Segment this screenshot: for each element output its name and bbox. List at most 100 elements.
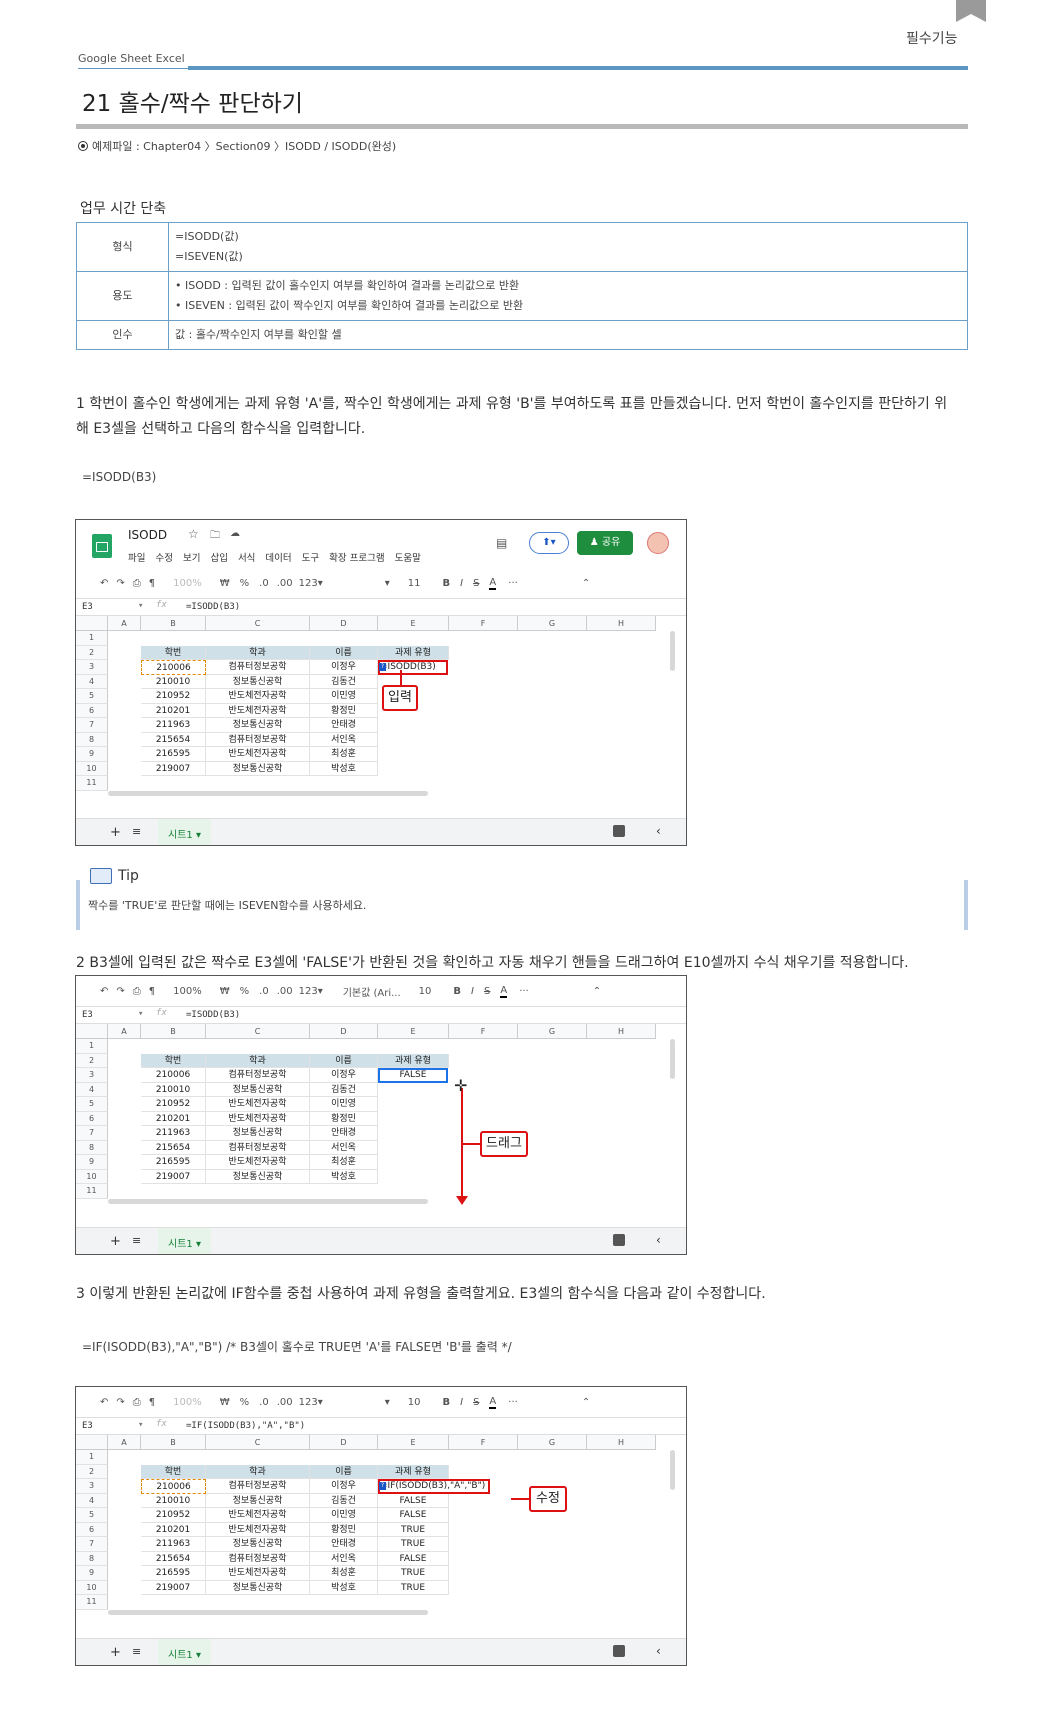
- result-cell[interactable]: FALSE: [378, 1508, 449, 1523]
- table-cell[interactable]: 210952: [141, 689, 206, 704]
- avatar[interactable]: [647, 532, 669, 554]
- vertical-scrollbar[interactable]: [670, 631, 675, 671]
- table-cell[interactable]: 서인옥: [310, 732, 378, 747]
- table-cell[interactable]: 반도체전자공학: [206, 1097, 310, 1112]
- table-cell[interactable]: 이정우: [310, 1479, 378, 1494]
- folder-icon[interactable]: 🗀: [210, 528, 220, 545]
- number-format-select[interactable]: 123▾: [299, 1397, 323, 1408]
- table-cell[interactable]: 210201: [141, 703, 206, 718]
- table-cell[interactable]: 황정민: [310, 1522, 378, 1537]
- text-color-icon[interactable]: A: [489, 577, 497, 590]
- row-header[interactable]: 8: [76, 732, 108, 747]
- doc-title[interactable]: ISODD: [128, 528, 167, 542]
- table-cell[interactable]: 반도체전자공학: [206, 747, 310, 762]
- more-icon[interactable]: ···: [519, 986, 529, 997]
- number-format-select[interactable]: 123▾: [299, 986, 323, 997]
- result-cell[interactable]: FALSE: [378, 1551, 449, 1566]
- row-header[interactable]: 8: [76, 1140, 108, 1155]
- table-cell[interactable]: 210201: [141, 1111, 206, 1126]
- explore-icon[interactable]: [613, 1645, 625, 1657]
- row-header[interactable]: 2: [76, 1464, 108, 1479]
- sheet-list-icon[interactable]: ≡: [132, 1234, 141, 1247]
- column-header[interactable]: C: [206, 1024, 310, 1039]
- font-select[interactable]: ▾: [385, 1397, 390, 1408]
- strikethrough-icon[interactable]: S: [473, 578, 479, 589]
- row-header[interactable]: 2: [76, 645, 108, 660]
- row-header[interactable]: 7: [76, 1126, 108, 1141]
- menu-extensions[interactable]: 확장 프로그램: [329, 550, 384, 564]
- menu-edit[interactable]: 수정: [155, 550, 172, 564]
- column-header[interactable]: E: [378, 1435, 449, 1450]
- collapse-icon[interactable]: ⌃: [593, 986, 601, 997]
- row-header[interactable]: 4: [76, 1082, 108, 1097]
- result-cell[interactable]: TRUE: [378, 1537, 449, 1552]
- menu-tools[interactable]: 도구: [302, 550, 319, 564]
- corner-cell[interactable]: [76, 1024, 108, 1039]
- font-size-select[interactable]: 10: [408, 1397, 421, 1408]
- table-cell[interactable]: 216595: [141, 1566, 206, 1581]
- table-cell[interactable]: 219007: [141, 1580, 206, 1595]
- table-cell[interactable]: 219007: [141, 761, 206, 776]
- font-size-select[interactable]: 11: [408, 578, 421, 589]
- column-header[interactable]: F: [449, 1435, 518, 1450]
- corner-cell[interactable]: [76, 616, 108, 631]
- e3-cell[interactable]: FALSE: [378, 1068, 448, 1083]
- column-header[interactable]: C: [206, 616, 310, 631]
- undo-icon[interactable]: ↶: [100, 1397, 108, 1408]
- row-header[interactable]: 5: [76, 689, 108, 704]
- table-cell[interactable]: 211963: [141, 718, 206, 733]
- table-header-cell[interactable]: 과제 유형: [378, 645, 449, 660]
- table-cell[interactable]: 서인옥: [310, 1551, 378, 1566]
- table-cell[interactable]: 서인옥: [310, 1140, 378, 1155]
- row-header[interactable]: 4: [76, 1493, 108, 1508]
- table-cell[interactable]: 김동건: [310, 1493, 378, 1508]
- increase-decimal-icon[interactable]: .00: [277, 986, 293, 997]
- row-header[interactable]: 2: [76, 1053, 108, 1068]
- star-icon[interactable]: ☆: [188, 527, 199, 541]
- column-header[interactable]: G: [518, 616, 587, 631]
- table-cell[interactable]: 컴퓨터정보공학: [206, 1551, 310, 1566]
- increase-decimal-icon[interactable]: .00: [277, 1397, 293, 1408]
- table-cell[interactable]: 컴퓨터정보공학: [206, 1140, 310, 1155]
- row-header[interactable]: 9: [76, 747, 108, 762]
- table-cell[interactable]: 김동건: [310, 674, 378, 689]
- undo-icon[interactable]: ↶: [100, 986, 108, 997]
- table-header-cell[interactable]: 과제 유형: [378, 1053, 449, 1068]
- percent-icon[interactable]: %: [240, 986, 250, 997]
- table-cell[interactable]: 정보통신공학: [206, 761, 310, 776]
- comment-icon[interactable]: ▤: [496, 536, 507, 550]
- column-header[interactable]: A: [108, 1435, 141, 1450]
- table-cell[interactable]: 반도체전자공학: [206, 1155, 310, 1170]
- row-header[interactable]: 3: [76, 660, 108, 675]
- table-cell[interactable]: 216595: [141, 1155, 206, 1170]
- table-cell[interactable]: 반도체전자공학: [206, 1111, 310, 1126]
- zoom-select[interactable]: 100%: [173, 986, 202, 997]
- decrease-decimal-icon[interactable]: .0: [259, 578, 269, 589]
- row-header[interactable]: 5: [76, 1097, 108, 1112]
- table-cell[interactable]: 박성호: [310, 761, 378, 776]
- result-cell[interactable]: TRUE: [378, 1566, 449, 1581]
- row-header[interactable]: 6: [76, 1522, 108, 1537]
- column-header[interactable]: D: [310, 1435, 378, 1450]
- table-cell[interactable]: 210010: [141, 674, 206, 689]
- result-cell[interactable]: TRUE: [378, 1522, 449, 1537]
- row-header[interactable]: 10: [76, 761, 108, 776]
- column-header[interactable]: G: [518, 1435, 587, 1450]
- sheet-list-icon[interactable]: ≡: [132, 825, 141, 838]
- table-cell[interactable]: 211963: [141, 1537, 206, 1552]
- print-icon[interactable]: ⎙: [133, 986, 141, 997]
- table-cell[interactable]: 반도체전자공학: [206, 689, 310, 704]
- side-panel-icon[interactable]: ‹: [656, 1233, 661, 1247]
- dropdown-icon[interactable]: ▾: [138, 1420, 143, 1430]
- formula-input[interactable]: =IF(ISODD(B3),"A","B"): [186, 1421, 305, 1431]
- horizontal-scrollbar[interactable]: [108, 791, 428, 796]
- table-cell[interactable]: 210006: [141, 660, 206, 675]
- help-icon[interactable]: ?: [379, 1482, 386, 1490]
- table-header-cell[interactable]: 이름: [310, 1053, 378, 1068]
- table-header-cell[interactable]: 학번: [141, 645, 206, 660]
- table-header-cell[interactable]: 학과: [206, 1464, 310, 1479]
- formula-input[interactable]: =ISODD(B3): [186, 1010, 240, 1020]
- row-header[interactable]: 1: [76, 1039, 108, 1054]
- column-header[interactable]: B: [141, 1024, 206, 1039]
- vertical-scrollbar[interactable]: [670, 1039, 675, 1079]
